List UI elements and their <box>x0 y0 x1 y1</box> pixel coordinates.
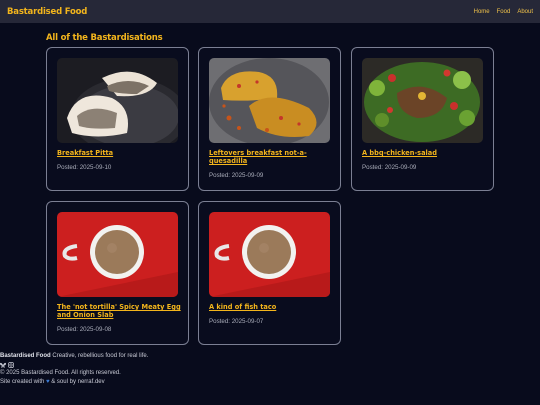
post-date: Posted: 2025-09-07 <box>209 318 264 325</box>
post-image-omelette[interactable] <box>209 58 330 143</box>
site-brand[interactable]: Bastardised Food <box>7 7 87 17</box>
footer-tagline: Creative, rebellious food for real life. <box>52 353 149 359</box>
footer-brand: Bastardised Food <box>0 353 51 359</box>
nav-link-home[interactable]: Home <box>474 9 490 15</box>
nav-links: Home Food About <box>474 9 533 15</box>
post-image-coffee[interactable] <box>57 212 178 297</box>
post-date: Posted: 2025-09-10 <box>57 164 112 171</box>
post-image-salad[interactable] <box>362 58 483 143</box>
credit: Site created with ♥ & soul by nerraf.dev <box>0 378 148 387</box>
credit-prefix: Site created with <box>0 378 45 385</box>
post-title-link[interactable]: A bbq-chicken-salad <box>362 149 486 157</box>
instagram-icon[interactable] <box>8 362 14 368</box>
post-image-coffee[interactable] <box>209 212 330 297</box>
social-links <box>0 361 148 370</box>
page-title: All of the Bastardisations <box>46 33 163 43</box>
post-title-link[interactable]: A kind of fish taco <box>209 303 333 311</box>
post-image-pitta[interactable] <box>57 58 178 143</box>
butterfly-icon[interactable] <box>0 362 6 368</box>
post-card: The 'not tortilla' Spicy Meaty Egg and O… <box>46 201 189 345</box>
nav-link-about[interactable]: About <box>517 9 533 15</box>
post-card: Breakfast Pitta Posted: 2025-09-10 <box>46 47 189 191</box>
post-date: Posted: 2025-09-09 <box>362 164 417 171</box>
post-card: A kind of fish taco Posted: 2025-09-07 <box>198 201 341 345</box>
footer: Bastardised Food Creative, rebellious fo… <box>0 352 148 386</box>
post-date: Posted: 2025-09-09 <box>209 172 264 179</box>
copyright: © 2025 Bastardised Food. All rights rese… <box>0 370 121 377</box>
credit-suffix: & soul by nerraf.dev <box>51 378 105 385</box>
nav-link-food[interactable]: Food <box>497 9 511 15</box>
post-title-link[interactable]: Breakfast Pitta <box>57 149 181 157</box>
footer-about: Bastardised Food Creative, rebellious fo… <box>0 352 148 361</box>
navbar: Bastardised Food Home Food About <box>0 0 540 23</box>
post-card: A bbq-chicken-salad Posted: 2025-09-09 <box>351 47 494 191</box>
post-title-link[interactable]: Leftovers breakfast not-a-quesadilla <box>209 149 333 165</box>
post-card: Leftovers breakfast not-a-quesadilla Pos… <box>198 47 341 191</box>
post-title-link[interactable]: The 'not tortilla' Spicy Meaty Egg and O… <box>57 303 181 319</box>
heart-icon: ♥ <box>46 378 50 385</box>
post-date: Posted: 2025-09-08 <box>57 326 112 333</box>
